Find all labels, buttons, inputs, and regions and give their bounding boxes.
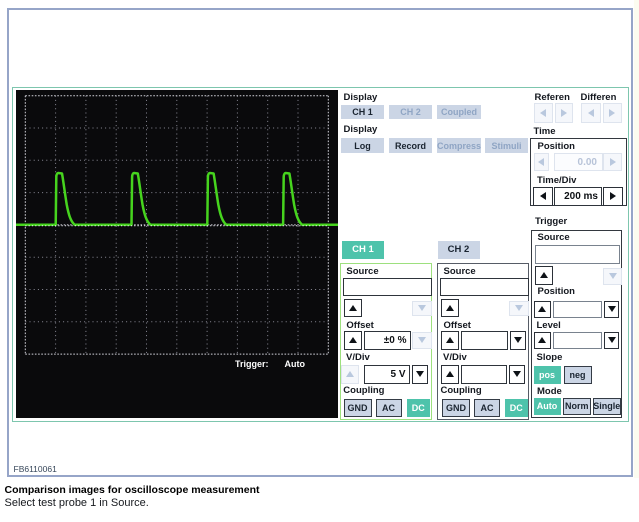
svg-text:Auto: Auto xyxy=(285,359,306,369)
svg-text:Trigger:: Trigger: xyxy=(235,359,269,369)
